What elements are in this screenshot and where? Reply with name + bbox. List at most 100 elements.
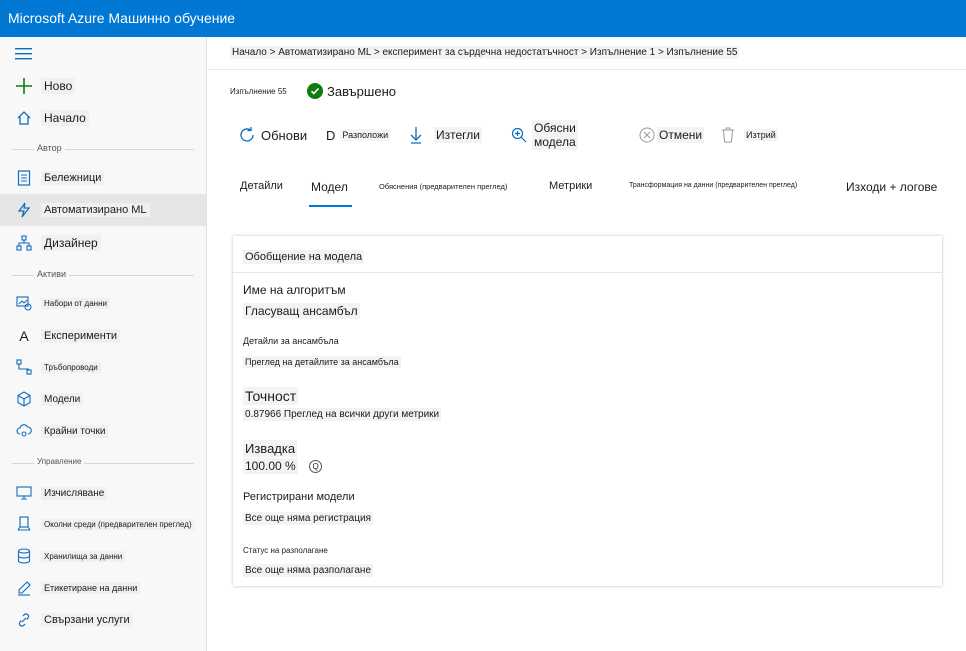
environment-icon	[15, 515, 33, 533]
sidebar-item-label: Свързани услуги	[41, 613, 133, 627]
active-tab-indicator	[309, 205, 352, 207]
card-title: Обобщение на модела	[243, 250, 365, 264]
breadcrumb[interactable]: Начало > Автоматизирано ML > експеримент…	[230, 46, 740, 59]
tab-bar: Детайли Модел Обяснения (предварителен п…	[240, 177, 960, 207]
database-icon	[15, 547, 33, 565]
deployment-status-value: Все още няма разполагане	[243, 564, 374, 577]
tab-details[interactable]: Детайли	[240, 180, 283, 192]
algorithm-label: Име на алгоритъм	[243, 283, 346, 297]
section-author: Автор	[0, 142, 206, 156]
sampling-label: Извадка	[243, 440, 298, 457]
plus-icon	[15, 77, 33, 95]
tab-data-transformation[interactable]: Трансформация на данни (предварителен пр…	[629, 182, 797, 189]
sidebar-item-label: Начало	[41, 110, 89, 126]
accuracy-label: Точност	[243, 387, 299, 405]
sidebar-item-automl[interactable]: Автоматизирано ML	[0, 194, 206, 226]
sidebar-item-label: Набори от данни	[41, 297, 110, 309]
main-content: Начало > Автоматизирано ML > експеримент…	[208, 37, 966, 651]
sidebar-item-label: Етикетиране на данни	[41, 582, 141, 594]
cube-icon	[15, 390, 33, 408]
edit-icon	[15, 579, 33, 597]
tab-explanations[interactable]: Обяснения (предварителен преглед)	[379, 182, 507, 191]
tab-outputs-logs[interactable]: Изходи + логове	[846, 180, 937, 194]
sidebar-item-label: Крайни точки	[41, 424, 109, 438]
sidebar-item-new[interactable]: Ново	[0, 70, 206, 102]
cancel-icon	[639, 127, 655, 143]
experiment-icon: A	[19, 328, 29, 344]
app-title[interactable]: Microsoft Azure Машинно обучение	[8, 10, 235, 26]
link-icon	[15, 611, 33, 629]
sidebar-item-labeling[interactable]: Етикетиране на данни	[0, 572, 206, 604]
monitor-icon	[15, 484, 33, 502]
header-divider	[208, 69, 966, 70]
trash-icon	[721, 127, 735, 143]
refresh-icon	[238, 126, 256, 144]
delete-button[interactable]: Изтрий	[721, 123, 778, 147]
delete-label: Изтрий	[744, 129, 778, 141]
tab-metrics[interactable]: Метрики	[549, 180, 592, 192]
download-icon	[410, 126, 422, 144]
registered-models-label: Регистрирани модели	[243, 491, 355, 503]
sidebar-item-label: Дизайнер	[41, 235, 101, 251]
sidebar-item-environments[interactable]: Околни среди (предварителен преглед)	[0, 508, 206, 540]
algorithm-value: Гласуващ ансамбъл	[243, 303, 360, 319]
sidebar-item-models[interactable]: Модели	[0, 383, 206, 415]
info-icon[interactable]: Q	[309, 460, 323, 474]
refresh-button[interactable]: Обнови	[238, 123, 307, 147]
sidebar-item-label: Хранилища за данни	[41, 550, 126, 562]
designer-icon	[15, 234, 33, 252]
sidebar-item-experiments[interactable]: A Експерименти	[0, 320, 206, 352]
pipeline-icon	[15, 358, 33, 376]
deploy-button[interactable]: D Разположи	[326, 123, 391, 147]
sidebar-item-pipelines[interactable]: Тръбопроводи	[0, 351, 206, 383]
deployment-status-label: Статус на разполагане	[243, 546, 328, 555]
sidebar-item-datasets[interactable]: Набори от данни	[0, 287, 206, 319]
check-circle-icon	[307, 83, 323, 99]
sidebar-item-home[interactable]: Начало	[0, 102, 206, 134]
sidebar-item-label: Околни среди (предварителен преглед)	[41, 518, 195, 530]
sidebar-item-linked-services[interactable]: Свързани услуги	[0, 604, 206, 636]
download-button[interactable]: Изтегли	[410, 123, 482, 147]
explain-model-label: Обясни модела	[532, 120, 578, 150]
sampling-value: 100.00 %	[243, 458, 298, 474]
deploy-label: Разположи	[340, 129, 391, 141]
top-bar: Microsoft Azure Машинно обучение	[0, 0, 966, 37]
datasets-icon	[15, 294, 33, 312]
sidebar-item-designer[interactable]: Дизайнер	[0, 227, 206, 259]
refresh-label: Обнови	[261, 127, 308, 143]
sidebar-item-label: Експерименти	[41, 329, 121, 343]
hamburger-menu-icon[interactable]	[15, 47, 33, 66]
ensemble-details-label: Детайли за ансамбъла	[243, 336, 339, 346]
section-assets: Активи	[0, 268, 206, 282]
download-label: Изтегли	[434, 127, 482, 143]
sidebar: Ново Начало Автор Бележници Автоматизира…	[0, 37, 207, 651]
zoom-in-icon	[511, 127, 527, 143]
sampling-row: 100.00 % Q	[243, 458, 323, 474]
cancel-button[interactable]: Отмени	[639, 123, 705, 147]
lightning-icon	[15, 201, 33, 219]
sidebar-item-notebooks[interactable]: Бележници	[0, 162, 206, 194]
sidebar-item-compute[interactable]: Изчисляване	[0, 477, 206, 509]
home-icon	[15, 109, 33, 127]
deploy-icon: D	[326, 127, 336, 143]
status-badge: Завършено	[307, 83, 396, 99]
run-name: Изпълнение 55	[230, 87, 287, 96]
accuracy-value[interactable]: 0.87966 Преглед на всички други метрики	[243, 408, 442, 421]
tab-model[interactable]: Модел	[311, 180, 348, 194]
endpoint-icon	[15, 422, 33, 440]
sidebar-item-label: Автоматизирано ML	[41, 203, 150, 217]
notebook-icon	[15, 169, 33, 187]
model-summary-card: Обобщение на модела Име на алгоритъм Гла…	[233, 236, 942, 586]
ensemble-details-link[interactable]: Преглед на детайлите за ансамбъла	[243, 356, 401, 368]
explain-model-button[interactable]: Обясни модела	[511, 120, 578, 150]
cancel-label: Отмени	[657, 127, 705, 143]
sidebar-item-label: Изчисляване	[41, 486, 108, 500]
sidebar-item-endpoints[interactable]: Крайни точки	[0, 415, 206, 447]
registered-models-value: Все още няма регистрация	[243, 512, 373, 525]
section-manage: Управление	[0, 456, 206, 470]
sidebar-item-datastores[interactable]: Хранилища за данни	[0, 540, 206, 572]
sidebar-item-label: Бележници	[41, 171, 105, 185]
sidebar-item-label: Ново	[41, 78, 76, 94]
status-text: Завършено	[327, 83, 396, 99]
sidebar-item-label: Тръбопроводи	[41, 361, 101, 373]
